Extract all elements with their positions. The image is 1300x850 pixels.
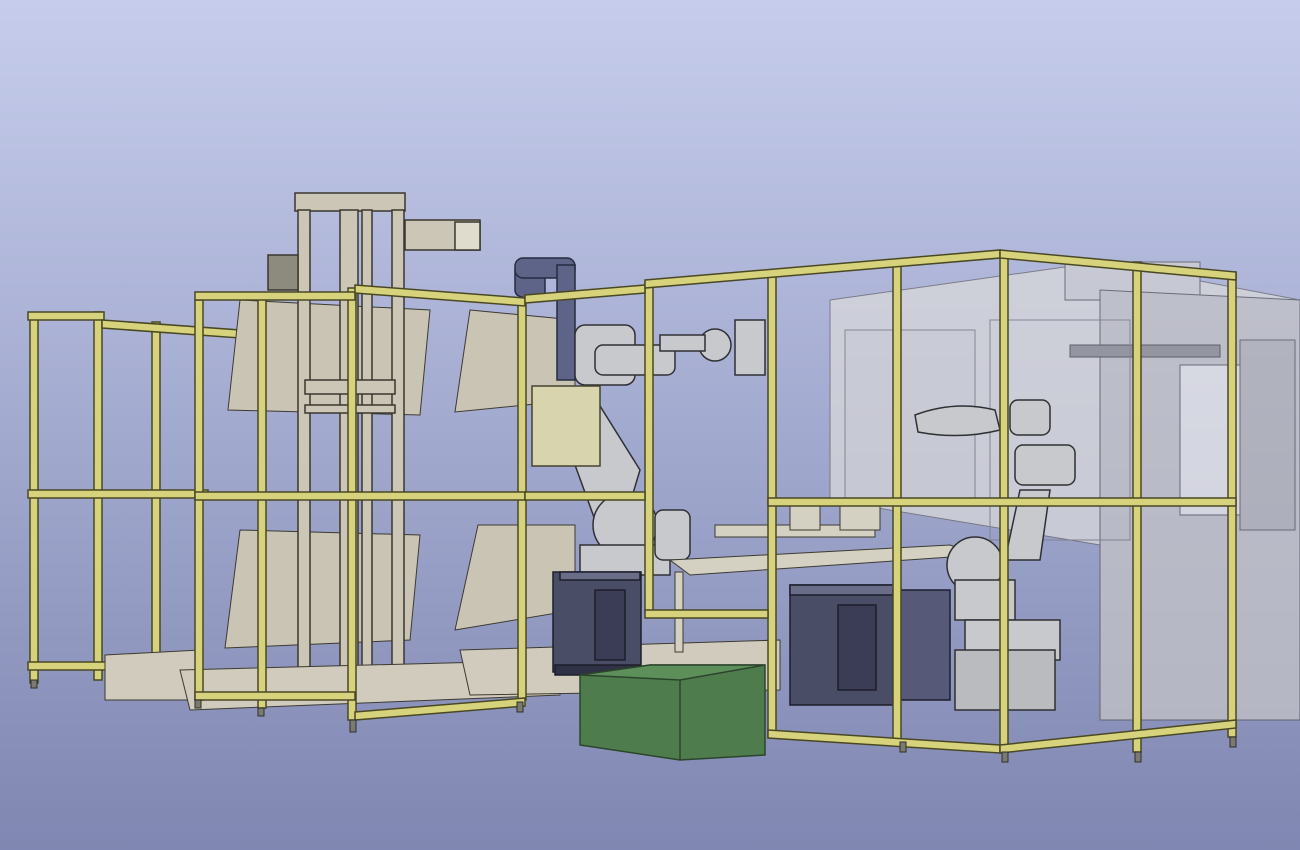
assembly-3d-view[interactable] <box>0 0 1300 850</box>
controller-a[interactable] <box>552 571 642 676</box>
scrap-bin[interactable] <box>579 664 766 761</box>
controller-b[interactable] <box>789 584 951 706</box>
cad-viewport[interactable] <box>0 0 1300 850</box>
control-box[interactable] <box>531 385 601 467</box>
